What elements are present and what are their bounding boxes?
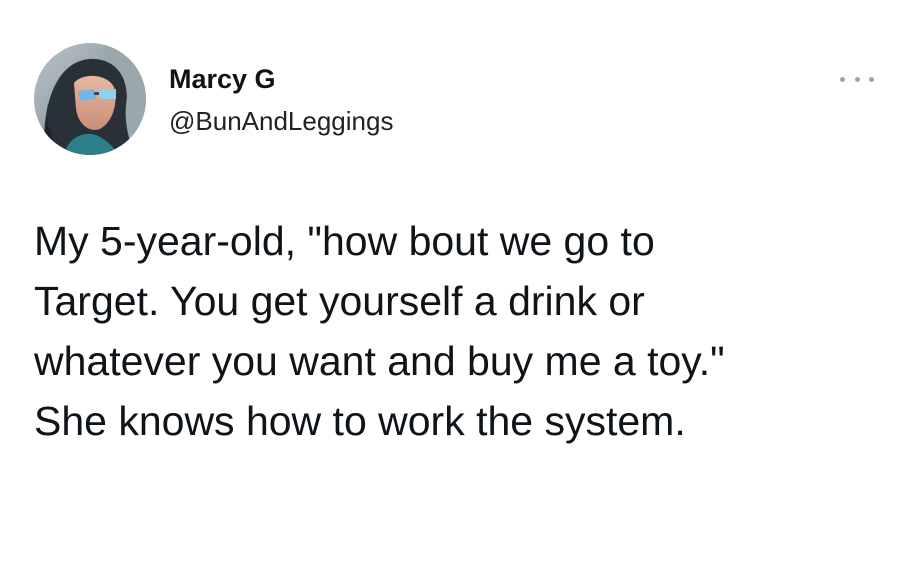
author-display-name[interactable]: Marcy G xyxy=(169,63,276,95)
more-options-icon xyxy=(869,76,874,82)
tweet-text-line: whatever you want and buy me a toy." xyxy=(34,338,725,384)
author-handle[interactable]: @BunAndLeggings xyxy=(169,105,393,137)
tweet-text-line: My 5-year-old, "how bout we go to xyxy=(34,218,655,264)
profile-photo-icon xyxy=(34,43,146,155)
tweet-card: Marcy G @BunAndLeggings My 5-year-old, "… xyxy=(0,0,898,562)
tweet-text-line: She knows how to work the system. xyxy=(34,398,686,444)
more-options-icon xyxy=(854,76,860,82)
more-options-button[interactable] xyxy=(840,70,874,88)
tweet-text-line: Target. You get yourself a drink or xyxy=(34,278,645,324)
tweet-text: My 5-year-old, "how bout we go to Target… xyxy=(34,211,884,451)
avatar[interactable] xyxy=(34,43,146,155)
more-options-icon xyxy=(840,76,845,82)
